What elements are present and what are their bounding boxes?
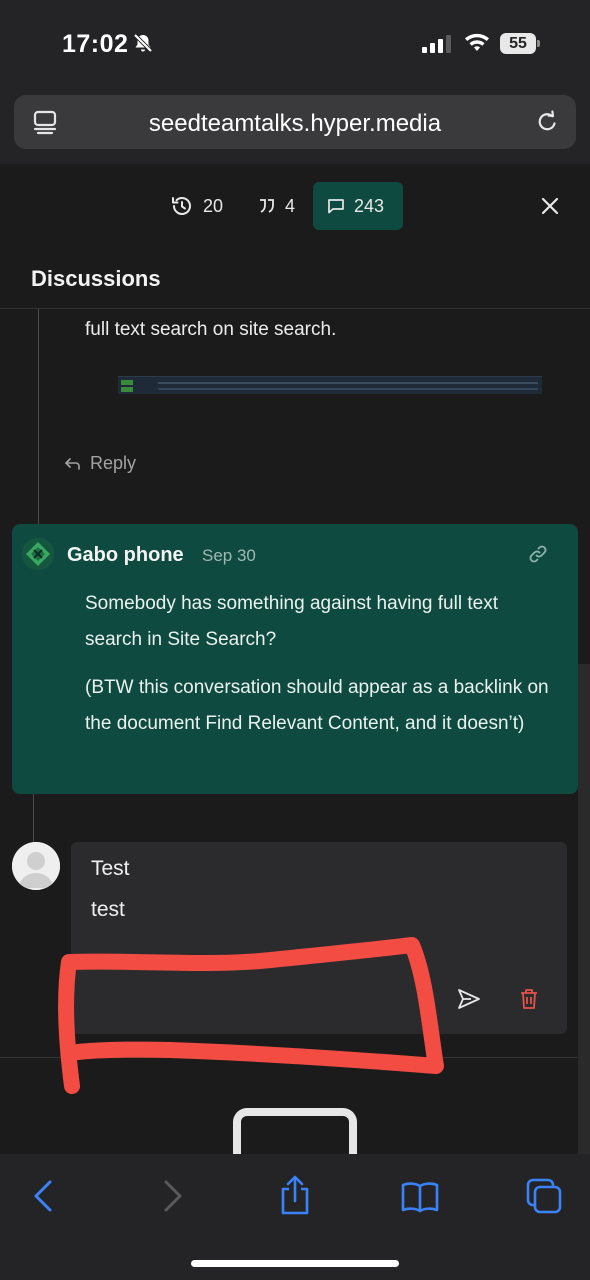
share-icon[interactable] [278, 1174, 312, 1216]
battery-tip [537, 40, 540, 47]
comments-count: 243 [354, 195, 385, 216]
wifi-icon [465, 33, 489, 51]
thread-line [33, 794, 34, 842]
thumbnail-detail [158, 382, 538, 384]
comment-paragraph: Somebody has something against having fu… [85, 593, 498, 650]
author-avatar[interactable] [22, 538, 54, 570]
comments-counter[interactable]: 243 [313, 182, 403, 230]
divider [0, 1057, 590, 1058]
comment-author[interactable]: Gabo phone [67, 544, 184, 567]
bell-slash-icon [133, 33, 153, 53]
send-icon[interactable] [457, 988, 481, 1010]
previous-comment-text: full text search on site search. [85, 319, 337, 340]
forward-icon[interactable] [158, 1178, 186, 1214]
scrollbar[interactable] [578, 664, 590, 1154]
reply-label: Reply [90, 453, 137, 473]
battery-indicator: 55 [500, 33, 540, 54]
draft-line[interactable]: Test [91, 857, 130, 881]
thumbnail-detail [121, 387, 133, 392]
comment-paragraph: (BTW this conversation should appear as … [85, 677, 549, 734]
trash-icon[interactable] [518, 987, 540, 1011]
bookmarks-icon[interactable] [400, 1180, 440, 1214]
versions-count: 20 [203, 195, 224, 216]
comment-date: Sep 30 [202, 546, 256, 565]
comment-editor[interactable]: Test test [71, 842, 567, 1034]
browser-chrome: seedteamtalks.hyper.media [0, 88, 590, 164]
reply-button[interactable]: Reply [64, 453, 136, 474]
browser-toolbar [0, 1154, 590, 1280]
reply-arrow-icon [65, 457, 80, 470]
panel-title: Discussions [31, 266, 161, 291]
discussions-panel: 20 4 243 Discussions full text search on… [0, 164, 590, 1168]
history-icon [172, 197, 191, 215]
signal-icon [422, 35, 451, 53]
reload-icon[interactable] [534, 109, 560, 135]
close-icon[interactable] [540, 196, 560, 216]
highlighted-comment: Gabo phone Sep 30 Somebody has something… [12, 524, 578, 794]
draft-line[interactable]: test [91, 898, 125, 922]
thumbnail-detail [158, 388, 538, 390]
home-indicator[interactable] [191, 1260, 399, 1267]
status-bar: 17:02 55 [0, 0, 590, 88]
back-icon[interactable] [30, 1178, 58, 1214]
thread-line [38, 309, 39, 524]
quote-icon [260, 199, 274, 213]
citations-counter[interactable]: 4 [244, 182, 309, 230]
url-text[interactable]: seedteamtalks.hyper.media [14, 110, 576, 138]
embedded-screenshot[interactable] [118, 376, 542, 394]
divider [0, 308, 590, 309]
battery-level: 55 [500, 33, 536, 54]
address-bar[interactable]: seedteamtalks.hyper.media [14, 95, 576, 149]
comment-icon [328, 199, 344, 214]
versions-counter[interactable]: 20 [156, 182, 237, 230]
link-icon[interactable] [528, 544, 548, 564]
tab-overview-icon[interactable] [526, 1178, 562, 1214]
citations-count: 4 [285, 195, 296, 216]
user-avatar [12, 842, 60, 890]
thumbnail-detail [121, 380, 133, 385]
clock: 17:02 [62, 30, 129, 58]
